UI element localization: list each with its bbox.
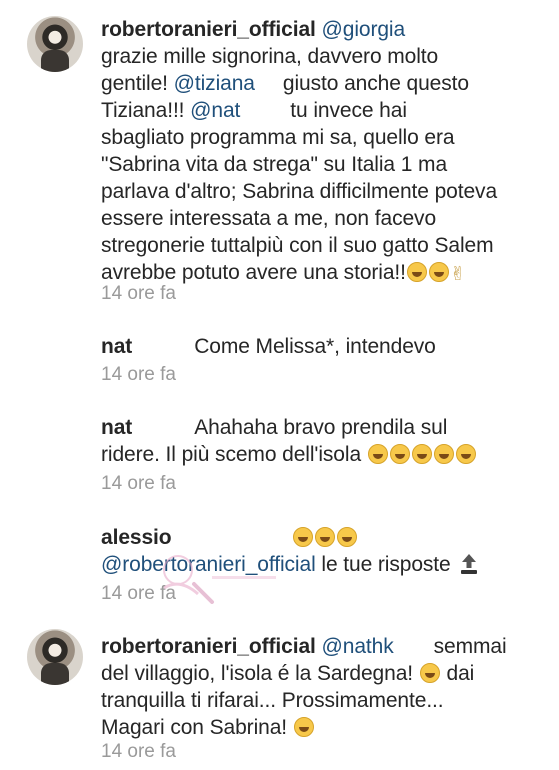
comment-line: essere interessata a me, non facevo bbox=[101, 205, 541, 232]
comment-body-text: Tiziana!!! bbox=[101, 99, 191, 122]
comment-body-text: grazie mille signorina, davvero molto bbox=[101, 45, 439, 68]
comment-line: Magari con Sabrina! bbox=[101, 714, 541, 741]
comment-time: 14 ore fa bbox=[101, 741, 176, 762]
comment-line: nat Come Melissa*, intendevo bbox=[101, 333, 541, 360]
comment-body-text: ridere. Il più scemo dell'isola bbox=[101, 443, 367, 466]
comment-line: @robertoranieri_official le tue risposte bbox=[101, 551, 541, 578]
top-arrow-icon bbox=[461, 554, 478, 574]
comment-body-text: tu invece hai bbox=[290, 99, 407, 122]
laughing-face-icon bbox=[406, 262, 427, 282]
comment-body-text: giusto anche questo bbox=[282, 72, 469, 95]
mention-link[interactable]: @nathk bbox=[322, 635, 394, 658]
laughing-face-icon bbox=[293, 717, 314, 737]
comment-text: robertoranieri_official @giorgia grazie m… bbox=[101, 16, 541, 288]
username-link[interactable]: nat bbox=[101, 335, 132, 358]
comment-time: 14 ore fa bbox=[101, 364, 176, 385]
comment-body-text: semmai bbox=[433, 635, 507, 658]
comment-line: gentile! @tiziana giusto anche questo bbox=[101, 70, 541, 97]
laughing-face-icon bbox=[336, 527, 357, 547]
comment-body-text: "Sabrina vita da strega" su Italia 1 ma bbox=[101, 153, 448, 176]
comment-body-text: dai bbox=[440, 662, 475, 685]
comment-body-text: del villaggio, l'isola é la Sardegna! bbox=[101, 662, 419, 685]
username-link[interactable]: alessio bbox=[101, 526, 172, 549]
username-link[interactable]: nat bbox=[101, 416, 132, 439]
laughing-face-icon bbox=[292, 527, 313, 547]
comment-body-text: tranquilla ti rifarai... Prossimamente..… bbox=[101, 689, 444, 712]
comment-body-text: Ahahaha bravo prendila sul bbox=[194, 416, 448, 439]
comment-line: nat Ahahaha bravo prendila sul bbox=[101, 414, 541, 441]
comment-text: nat Come Melissa*, intendevo bbox=[101, 333, 541, 360]
comment-body-text: le tue risposte bbox=[315, 553, 457, 576]
comment-line: parlava d'altro; Sabrina difficilmente p… bbox=[101, 178, 541, 205]
avatar[interactable] bbox=[27, 16, 83, 72]
laughing-face-icon bbox=[433, 444, 454, 464]
laughing-face-icon bbox=[314, 527, 335, 547]
victory-hand-icon: ✌ bbox=[449, 264, 466, 285]
comment-body-text: sbagliato programma mi sa, quello era bbox=[101, 126, 455, 149]
comment-text: alessio @robertoranieri_official le tue r… bbox=[101, 524, 541, 578]
comment-body-text: gentile! bbox=[101, 72, 174, 95]
comment-line: robertoranieri_official @giorgia bbox=[101, 16, 541, 43]
comment-line: grazie mille signorina, davvero molto bbox=[101, 43, 541, 70]
comment-text: robertoranieri_official @nathk semmai del … bbox=[101, 633, 541, 741]
comment-line: del villaggio, l'isola é la Sardegna! da… bbox=[101, 660, 541, 687]
comment-body-text: essere interessata a me, non facevo bbox=[101, 207, 437, 230]
laughing-face-icon bbox=[428, 262, 449, 282]
laughing-face-icon bbox=[367, 444, 388, 464]
mention-link[interactable]: @nat bbox=[190, 99, 240, 122]
username-link[interactable]: robertoranieri_official bbox=[101, 18, 316, 41]
comment-line: robertoranieri_official @nathk semmai bbox=[101, 633, 541, 660]
comment-line: Tiziana!!! @nat tu invece hai bbox=[101, 97, 541, 124]
comment-line: tranquilla ti rifarai... Prossimamente..… bbox=[101, 687, 541, 714]
laughing-face-icon bbox=[455, 444, 476, 464]
comment-body-text: parlava d'altro; Sabrina difficilmente p… bbox=[101, 180, 498, 203]
comment-time: 14 ore fa bbox=[101, 283, 176, 304]
username-link[interactable]: robertoranieri_official bbox=[101, 635, 316, 658]
comment-text: nat Ahahaha bravo prendila sul ridere. Il … bbox=[101, 414, 541, 468]
comment-line: ridere. Il più scemo dell'isola bbox=[101, 441, 541, 468]
laughing-face-icon bbox=[389, 444, 410, 464]
comment-line: sbagliato programma mi sa, quello era bbox=[101, 124, 541, 151]
comment-time: 14 ore fa bbox=[101, 473, 176, 494]
mention-link[interactable]: @robertoranieri_official bbox=[101, 553, 316, 576]
comment-body-text: stregonerie tuttalpiù con il suo gatto S… bbox=[101, 234, 494, 257]
comment-line: stregonerie tuttalpiù con il suo gatto S… bbox=[101, 232, 541, 259]
comment-body-text: Magari con Sabrina! bbox=[101, 716, 293, 739]
laughing-face-icon bbox=[411, 444, 432, 464]
laughing-face-icon bbox=[419, 663, 440, 683]
comment-time: 14 ore fa bbox=[101, 583, 176, 604]
comment-line: "Sabrina vita da strega" su Italia 1 ma bbox=[101, 151, 541, 178]
mention-link[interactable]: @giorgia bbox=[322, 18, 406, 41]
avatar[interactable] bbox=[27, 629, 83, 685]
comment-body-text: Come Melissa*, intendevo bbox=[194, 335, 436, 358]
mention-link[interactable]: @tiziana bbox=[174, 72, 255, 95]
comment-body-text: avrebbe potuto avere una storia!! bbox=[101, 261, 406, 284]
comment-line: alessio bbox=[101, 524, 541, 551]
